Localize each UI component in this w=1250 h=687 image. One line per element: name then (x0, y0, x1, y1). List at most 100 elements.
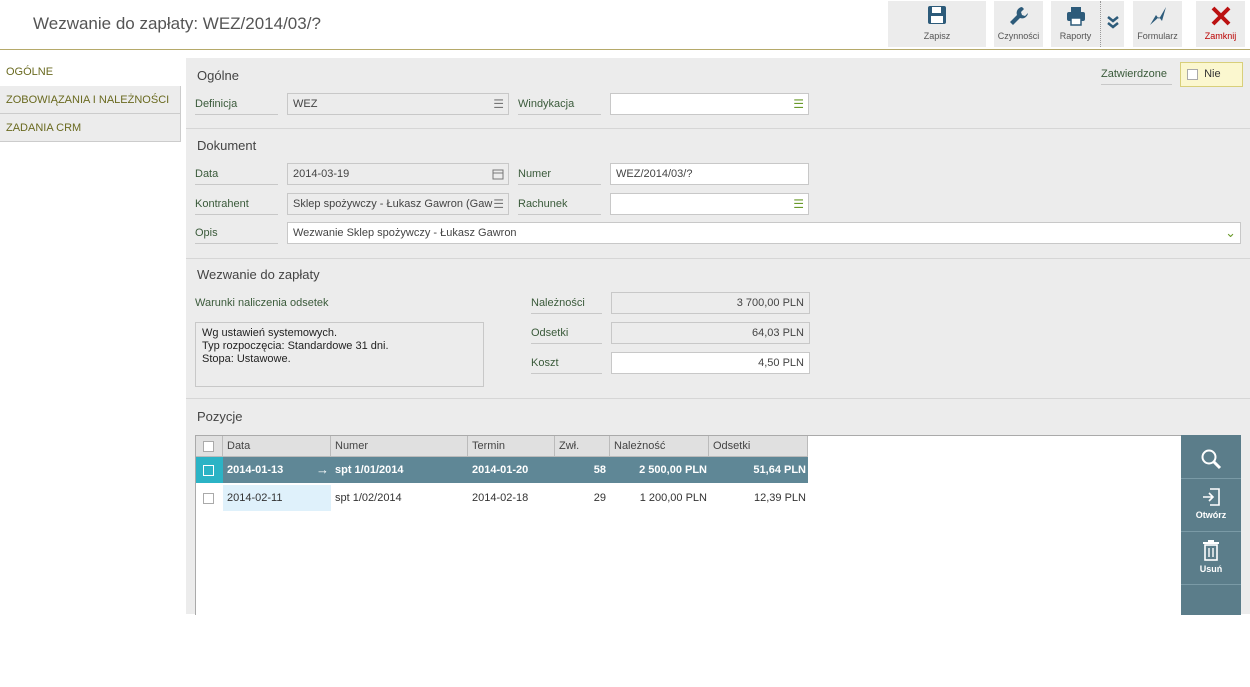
open-icon (1201, 488, 1221, 510)
interest-terms-line: Wg ustawień systemowych. (202, 327, 338, 339)
interest-terms-label: Warunki naliczenia odsetek (195, 297, 329, 309)
row-number: spt 1/01/2014 (335, 464, 404, 476)
description-label: Opis (195, 222, 278, 244)
row-checkbox-cell[interactable] (196, 485, 223, 511)
sidebar: OGÓLNE ZOBOWIĄZANIA I NALEŻNOŚCI ZADANIA… (0, 58, 181, 142)
close-button[interactable]: Zamknij (1196, 1, 1245, 47)
cost-label: Koszt (531, 352, 602, 374)
interest-field: 64,03 PLN (611, 322, 810, 344)
row-date: 2014-02-11 (223, 485, 331, 511)
row-amount: 2 500,00 PLN (639, 464, 707, 476)
approved-checkbox[interactable] (1187, 68, 1198, 80)
list-icon[interactable]: ☰ (793, 194, 804, 214)
row-date: 2014-01-13 (227, 464, 284, 476)
double-chevron-down-icon (1101, 1, 1124, 31)
positions-title: Pozycje (197, 409, 243, 424)
row-checkbox-cell[interactable] (196, 457, 223, 483)
chevron-down-icon[interactable]: ⌄ (1225, 223, 1236, 243)
list-icon[interactable]: ☰ (793, 94, 804, 114)
printer-icon (1051, 1, 1100, 31)
close-label: Zamknij (1204, 31, 1237, 41)
search-icon (1200, 449, 1222, 473)
arrow-right-icon: → (316, 462, 329, 477)
receivables-field: 3 700,00 PLN (611, 292, 810, 314)
row-amount: 1 200,00 PLN (639, 492, 707, 504)
account-label: Rachunek (518, 193, 601, 215)
general-title: Ogólne (197, 68, 239, 83)
row-interest: 12,39 PLN (754, 492, 806, 504)
save-icon (888, 1, 986, 31)
search-button[interactable] (1181, 435, 1241, 479)
form-label: Formularz (1137, 31, 1178, 41)
sidebar-item-liabilities[interactable]: ZOBOWIĄZANIA I NALEŻNOŚCI (0, 86, 181, 114)
row-delay: 29 (593, 492, 606, 504)
date-value: 2014-03-19 (293, 168, 350, 180)
positions-grid: Data Numer Termin Zwł. Należność Odsetki… (195, 435, 1181, 615)
column-header-amount[interactable]: Należność (610, 436, 709, 457)
close-icon (1196, 1, 1245, 31)
document-title: Dokument (197, 138, 257, 153)
column-header-due[interactable]: Termin (468, 436, 555, 457)
definition-field[interactable]: WEZ ☰ (287, 93, 509, 115)
description-value: Wezwanie Sklep spożywczy - Łukasz Gawron (293, 227, 517, 239)
collection-label: Windykacja (518, 93, 601, 115)
row-interest: 51,64 PLN (753, 464, 806, 476)
column-header-delay[interactable]: Zwł. (555, 436, 610, 457)
collection-field[interactable]: ☰ (610, 93, 809, 115)
trash-icon (1201, 540, 1221, 564)
contractor-label: Kontrahent (195, 193, 278, 215)
row-number: spt 1/02/2014 (335, 492, 402, 504)
column-header-date[interactable]: Data (223, 436, 331, 457)
row-delay: 58 (593, 464, 606, 476)
row-due: 2014-01-20 (472, 464, 529, 476)
table-row[interactable]: 2014-02-11 spt 1/02/2014 2014-02-18 29 1… (196, 485, 808, 511)
save-button[interactable]: Zapisz (888, 1, 986, 47)
contractor-value: Sklep spożywczy - Łukasz Gawron (Gaw (293, 198, 493, 210)
open-label: Otwórz (1195, 510, 1227, 520)
select-all-checkbox[interactable] (203, 440, 214, 452)
approved-label: Zatwierdzone (1101, 63, 1172, 85)
interest-terms-line: Typ rozpoczęcia: Standardowe 31 dni. (202, 340, 389, 352)
reports-button[interactable]: Raporty (1051, 1, 1100, 47)
window-header: Wezwanie do zapłaty: WEZ/2014/03/? Zapis… (0, 0, 1250, 50)
actions-label: Czynności (997, 31, 1040, 41)
row-checkbox[interactable] (203, 492, 214, 504)
account-field[interactable]: ☰ (610, 193, 809, 215)
select-all-header[interactable] (196, 436, 223, 457)
grid-actions-bar: Otwórz Usuń (1181, 435, 1241, 615)
sidebar-item-general[interactable]: OGÓLNE (0, 58, 181, 86)
column-header-interest[interactable]: Odsetki (709, 436, 808, 457)
delete-button[interactable]: Usuń (1181, 532, 1241, 585)
save-label: Zapisz (923, 31, 951, 41)
form-button[interactable]: Formularz (1133, 1, 1182, 47)
contractor-field[interactable]: Sklep spożywczy - Łukasz Gawron (Gaw ☰ (287, 193, 509, 215)
row-checkbox[interactable] (203, 464, 214, 476)
number-field[interactable]: WEZ/2014/03/? (610, 163, 809, 185)
cost-field[interactable]: 4,50 PLN (611, 352, 810, 374)
date-field[interactable]: 2014-03-19 (287, 163, 509, 185)
number-label: Numer (518, 163, 601, 185)
column-header-number[interactable]: Numer (331, 436, 468, 457)
definition-value: WEZ (293, 98, 318, 110)
more-button[interactable] (1100, 1, 1124, 47)
interest-terms-line: Stopa: Ustawowe. (202, 353, 291, 365)
date-label: Data (195, 163, 278, 185)
interest-label: Odsetki (531, 322, 602, 344)
wrench-icon (994, 1, 1043, 31)
demand-title: Wezwanie do zapłaty (197, 267, 320, 282)
table-row[interactable]: 2014-01-13 → spt 1/01/2014 2014-01-20 58… (196, 457, 808, 483)
interest-terms-box: Wg ustawień systemowych. Typ rozpoczęcia… (195, 322, 484, 387)
row-due: 2014-02-18 (472, 492, 529, 504)
actions-button[interactable]: Czynności (994, 1, 1043, 47)
calendar-icon[interactable] (492, 164, 504, 184)
approved-value: Nie (1204, 68, 1221, 80)
delete-label: Usuń (1199, 564, 1223, 574)
approved-toggle[interactable]: Nie (1180, 62, 1243, 87)
open-button[interactable]: Otwórz (1181, 479, 1241, 532)
form-icon (1133, 1, 1182, 31)
window-title: Wezwanie do zapłaty: WEZ/2014/03/? (33, 14, 321, 33)
description-field[interactable]: Wezwanie Sklep spożywczy - Łukasz Gawron… (287, 222, 1241, 244)
sidebar-item-crm-tasks[interactable]: ZADANIA CRM (0, 114, 181, 142)
list-icon[interactable]: ☰ (493, 94, 504, 114)
list-icon[interactable]: ☰ (493, 194, 504, 214)
